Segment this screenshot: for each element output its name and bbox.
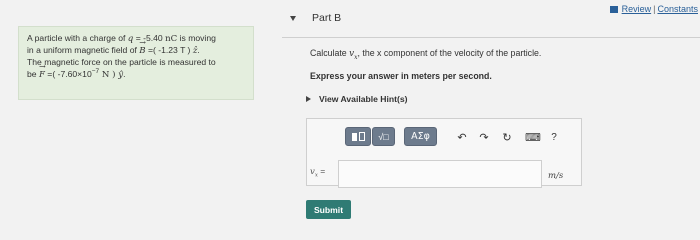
undo-icon[interactable]: ↶ — [455, 130, 469, 144]
greek-symbols-button[interactable]: ΑΣφ — [404, 127, 437, 146]
problem-line-1: A particle with a charge of q = -5.40 nC… — [27, 33, 216, 44]
sqrt-button[interactable]: √□ — [372, 127, 395, 146]
reset-icon[interactable]: ↻ — [500, 130, 514, 144]
part-title: Part B — [312, 12, 342, 24]
unit-label: m/s — [548, 171, 564, 181]
problem-line-2: in a uniform magnetic field of B =( -1.2… — [27, 38, 245, 57]
constants-link[interactable]: Constants — [657, 4, 698, 14]
instruction-text: Calculate vx, the x component of the vel… — [310, 48, 542, 61]
problem-statement: A particle with a charge of q = -5.40 nC… — [18, 26, 254, 100]
caret-down-icon — [290, 15, 296, 21]
hints-label: View Available Hint(s) — [319, 94, 408, 104]
link-separator: | — [653, 4, 656, 14]
template-box-icon — [358, 132, 365, 141]
problem-line-4: be F =( -7.60×10−7 N ) ŷ. — [27, 62, 245, 81]
review-link[interactable]: Review — [622, 4, 652, 14]
caret-right-icon — [306, 96, 311, 102]
view-hints-toggle[interactable]: View Available Hint(s) — [306, 94, 408, 104]
submit-button[interactable]: Submit — [306, 200, 351, 219]
divider — [282, 37, 700, 38]
answer-variable-label: vx = — [310, 166, 326, 179]
redo-icon[interactable]: ↷ — [477, 130, 491, 144]
help-icon[interactable]: ? — [547, 130, 561, 144]
book-icon — [609, 6, 618, 13]
template-block-icon — [351, 132, 357, 141]
templates-button[interactable] — [345, 127, 371, 146]
answer-input[interactable] — [338, 160, 542, 188]
problem-line-3: The magnetic force on the particle is me… — [27, 56, 216, 67]
top-links: Review | Constants — [609, 4, 698, 14]
keyboard-icon[interactable]: ⌨ — [523, 130, 543, 144]
part-header[interactable]: Part B — [290, 10, 341, 26]
instruction-units: Express your answer in meters per second… — [310, 71, 492, 81]
